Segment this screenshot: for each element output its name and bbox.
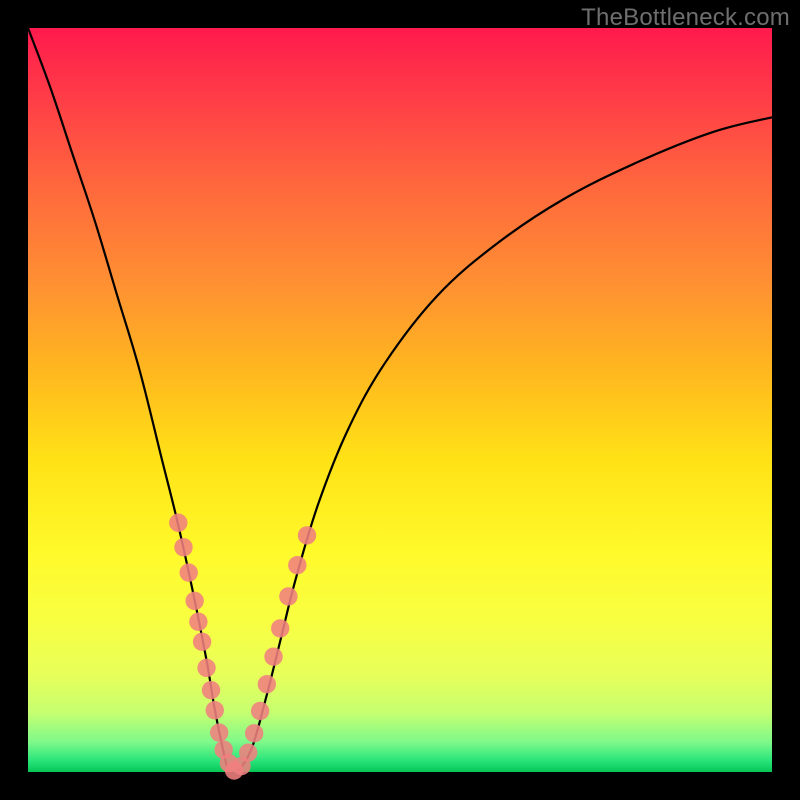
highlight-dot [210,723,228,741]
highlight-dot [169,514,187,532]
watermark-text: TheBottleneck.com [581,4,790,32]
highlight-dot [279,587,297,605]
highlight-dot [202,681,220,699]
highlight-dot [193,633,211,651]
highlight-dot [180,563,198,581]
highlight-dot [206,701,224,719]
highlight-dot [174,538,192,556]
highlight-dot [298,526,316,544]
bottleneck-curve [28,28,772,776]
chart-frame: TheBottleneck.com [0,0,800,800]
highlight-dot [258,675,276,693]
highlight-dot [245,724,263,742]
bottleneck-curve-svg [28,28,772,772]
highlight-dot [251,702,269,720]
highlight-dot [197,659,215,677]
highlight-dot [189,613,207,631]
highlight-dot [264,647,282,665]
highlight-dot [288,556,306,574]
highlight-dot [185,592,203,610]
plot-area [28,28,772,772]
highlight-dots [169,514,316,780]
highlight-dot [271,619,289,637]
highlight-dot [239,743,257,761]
